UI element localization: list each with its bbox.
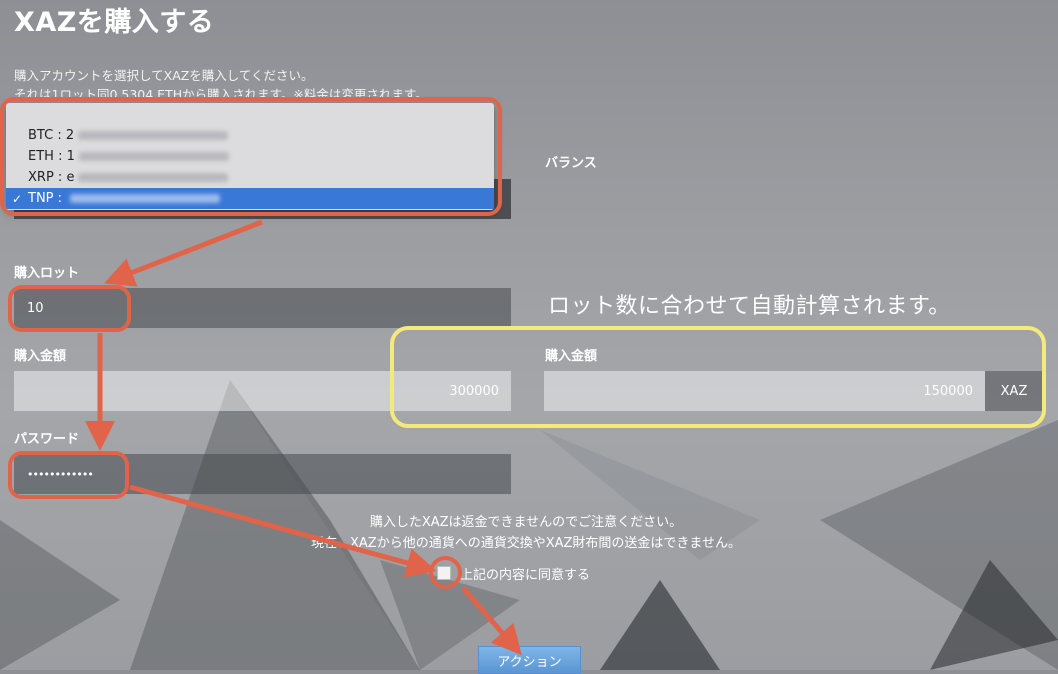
agree-label[interactable]: 上記の内容に同意する (460, 564, 590, 583)
page-title: XAZを購入する (14, 7, 215, 38)
lots-label: 購入ロット (14, 266, 80, 281)
annotation-lots-highlight (8, 285, 131, 332)
password-label: パスワード (14, 432, 80, 447)
purchase-amount-label: 購入金額 (14, 349, 67, 364)
annotation-password-highlight (8, 451, 129, 499)
intro-line-1: 購入アカウントを選択してXAZを購入してください。 (14, 68, 314, 83)
annotation-auto-calc-highlight (390, 326, 1046, 428)
annotation-dropdown-highlight (0, 97, 502, 216)
warning-line-2: 現在、XAZから他の通貨への通貨交換やXAZ財布間の送金はできません。 (310, 536, 742, 551)
warning-line-1: 購入したXAZは返金できませんのでご注意ください。 (369, 515, 683, 530)
balance-label: バランス (545, 156, 597, 171)
annotation-checkbox-highlight (429, 556, 462, 589)
auto-calc-note: ロット数に合わせて自動計算されます。 (548, 294, 951, 319)
